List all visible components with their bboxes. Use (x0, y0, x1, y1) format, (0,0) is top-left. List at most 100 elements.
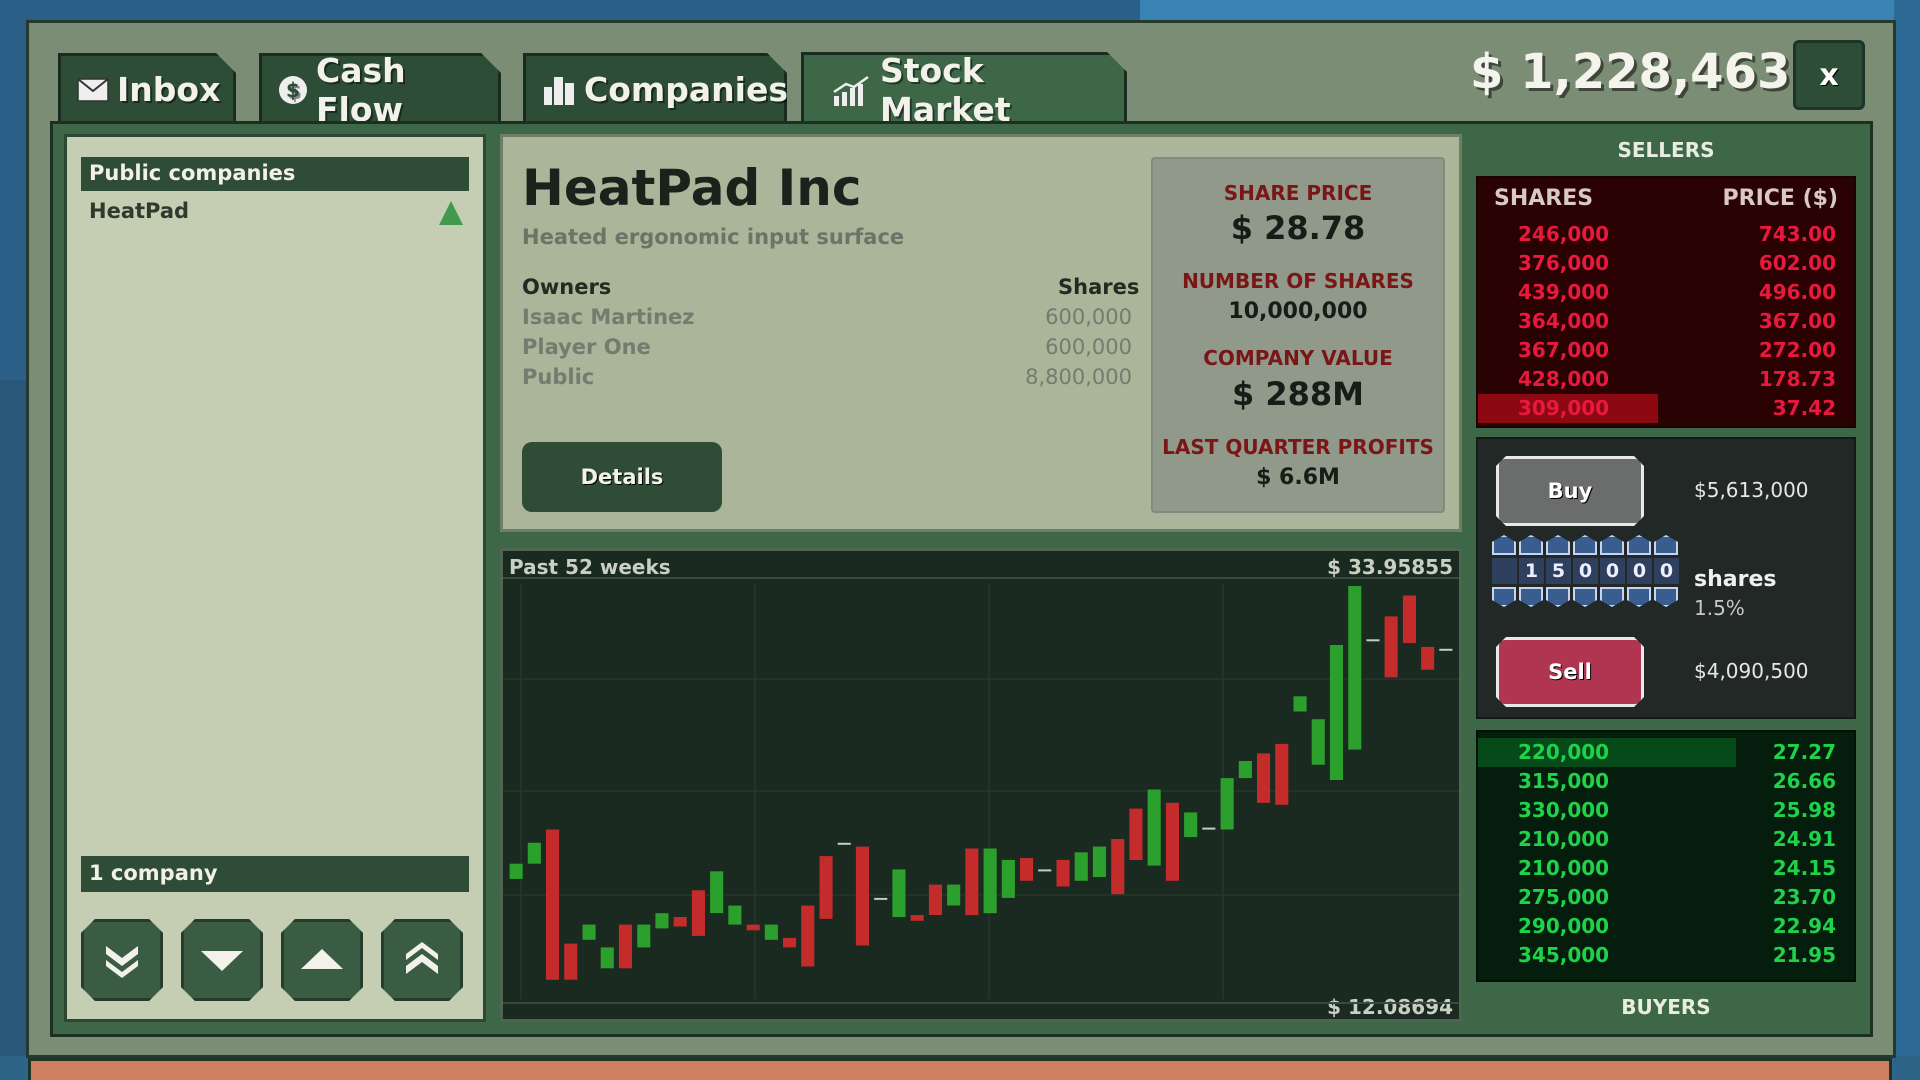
buy-order-row: 330,000 25.98 (1478, 796, 1854, 825)
owner-row: Player One 600,000 (522, 335, 1132, 359)
digit-decrement-arrow[interactable] (1600, 587, 1624, 607)
candle (746, 924, 760, 931)
share-quantity-digit[interactable]: 0 (1627, 558, 1652, 584)
sell-orders-header: SHARES PRICE ($) (1494, 186, 1838, 211)
tab-stock-market-label: Stock Market (880, 50, 1011, 129)
tab-cash-flow[interactable]: $ Cash Flow (259, 53, 501, 123)
digit-decrement-arrow[interactable] (1654, 587, 1678, 607)
sell-order-row: 309,000 37.42 (1478, 394, 1854, 423)
digit-decrement-arrow[interactable] (1492, 587, 1516, 607)
digit-increment-arrow[interactable] (1492, 535, 1516, 555)
digit-increment-arrow[interactable] (1654, 535, 1678, 555)
ownership-percent: 1.5% (1694, 596, 1745, 620)
last-quarter-profits-label: LAST QUARTER PROFITS (1162, 435, 1434, 459)
candle (600, 947, 614, 969)
buy-order-row: 210,000 24.15 (1478, 854, 1854, 883)
share-price-value: $ 28.78 (1230, 209, 1366, 247)
sell-order-row: 439,000 496.00 (1478, 278, 1854, 307)
owner-shares: 600,000 (1045, 305, 1132, 329)
chevron-down-icon (201, 947, 243, 973)
tab-cash-flow-label: Cash Flow (316, 50, 406, 129)
candle (965, 848, 979, 916)
sell-order-shares: 428,000 (1518, 367, 1610, 391)
candle (1202, 827, 1216, 830)
digit-decrement-arrow[interactable] (1627, 587, 1651, 607)
scroll-to-bottom-button[interactable] (81, 919, 163, 1001)
sell-order-row: 428,000 178.73 (1478, 365, 1854, 394)
candle (1402, 595, 1416, 644)
candle (509, 863, 523, 879)
candle (837, 842, 851, 845)
tab-inbox-label: Inbox (117, 70, 221, 109)
digit-increment-arrow[interactable] (1573, 535, 1597, 555)
digit-increment-arrow[interactable] (1546, 535, 1570, 555)
shares-header: Shares (1058, 275, 1140, 299)
candle (1366, 639, 1380, 642)
owner-row: Public 8,800,000 (522, 365, 1132, 389)
tab-inbox[interactable]: Inbox (58, 53, 236, 123)
sell-order-shares: 439,000 (1518, 280, 1610, 304)
owner-name: Isaac Martinez (522, 305, 695, 329)
candle (874, 897, 888, 900)
envelope-icon (77, 78, 109, 102)
price-chart: Past 52 weeks $ 33.95855 $ 12.08694 (500, 548, 1462, 1022)
digit-decrement-arrow[interactable] (1546, 587, 1570, 607)
candle (1147, 789, 1161, 866)
company-list-panel: Public companies HeatPad 1 company (64, 134, 486, 1022)
buy-order-shares: 345,000 (1518, 943, 1610, 967)
number-of-shares-value: 10,000,000 (1228, 299, 1368, 324)
double-chevron-up-icon (402, 940, 442, 980)
trend-up-icon (439, 201, 463, 225)
owners-header: Owners (522, 275, 612, 299)
scroll-up-button[interactable] (281, 919, 363, 1001)
tab-companies[interactable]: Companies (523, 53, 787, 123)
candle (546, 829, 560, 980)
digit-increment-arrow[interactable] (1627, 535, 1651, 555)
tab-stock-market[interactable]: Stock Market (801, 52, 1127, 124)
share-quantity-digit[interactable]: 1 (1519, 558, 1544, 584)
buy-order-price: 24.15 (1772, 856, 1836, 880)
candle (1348, 586, 1362, 750)
sell-button[interactable]: Sell (1496, 637, 1644, 707)
scroll-to-top-button[interactable] (381, 919, 463, 1001)
share-quantity-digit[interactable] (1492, 558, 1517, 584)
digit-increment-arrow[interactable] (1600, 535, 1624, 555)
buy-order-row: 210,000 24.91 (1478, 825, 1854, 854)
digit-increment-arrow[interactable] (1519, 535, 1543, 555)
digit-decrement-arrow[interactable] (1573, 587, 1597, 607)
list-item[interactable]: HeatPad (89, 199, 469, 231)
company-stats-card: SHARE PRICE $ 28.78 NUMBER OF SHARES 10,… (1151, 157, 1445, 513)
buy-order-shares: 220,000 (1518, 740, 1610, 764)
buy-order-shares: 290,000 (1518, 914, 1610, 938)
share-quantity-digit[interactable]: 5 (1546, 558, 1571, 584)
sell-order-price: 272.00 (1758, 338, 1836, 362)
digit-decrement-arrow[interactable] (1519, 587, 1543, 607)
details-button[interactable]: Details (522, 442, 722, 512)
sell-order-row: 246,000 743.00 (1478, 220, 1854, 249)
player-balance: $ 1,228,463 (1470, 44, 1791, 100)
candle (1001, 859, 1015, 898)
share-quantity-digit[interactable]: 0 (1600, 558, 1625, 584)
candle (1038, 869, 1052, 872)
scroll-down-button[interactable] (181, 919, 263, 1001)
candle (1074, 852, 1088, 881)
candle (1439, 648, 1453, 651)
background-wall-right (1894, 0, 1920, 1080)
close-button[interactable]: x (1793, 40, 1865, 110)
candle (728, 905, 742, 925)
share-quantity-digit[interactable]: 0 (1573, 558, 1598, 584)
sell-order-shares: 376,000 (1518, 251, 1610, 275)
sell-order-price: 743.00 (1758, 222, 1836, 246)
buy-button[interactable]: Buy (1496, 456, 1644, 526)
share-quantity-digit[interactable]: 0 (1654, 558, 1679, 584)
trade-panel: Buy $5,613,000 150000 shares 1.5% Sell $… (1476, 437, 1856, 719)
sell-order-price: 37.42 (1772, 396, 1836, 420)
buy-order-row: 345,000 21.95 (1478, 941, 1854, 970)
candle (1092, 846, 1106, 877)
sell-order-price: 367.00 (1758, 309, 1836, 333)
candle (1111, 839, 1125, 895)
candle (855, 846, 869, 946)
company-value-label: COMPANY VALUE (1203, 346, 1393, 370)
candle (783, 937, 797, 948)
last-quarter-profits-value: $ 6.6M (1256, 465, 1340, 490)
